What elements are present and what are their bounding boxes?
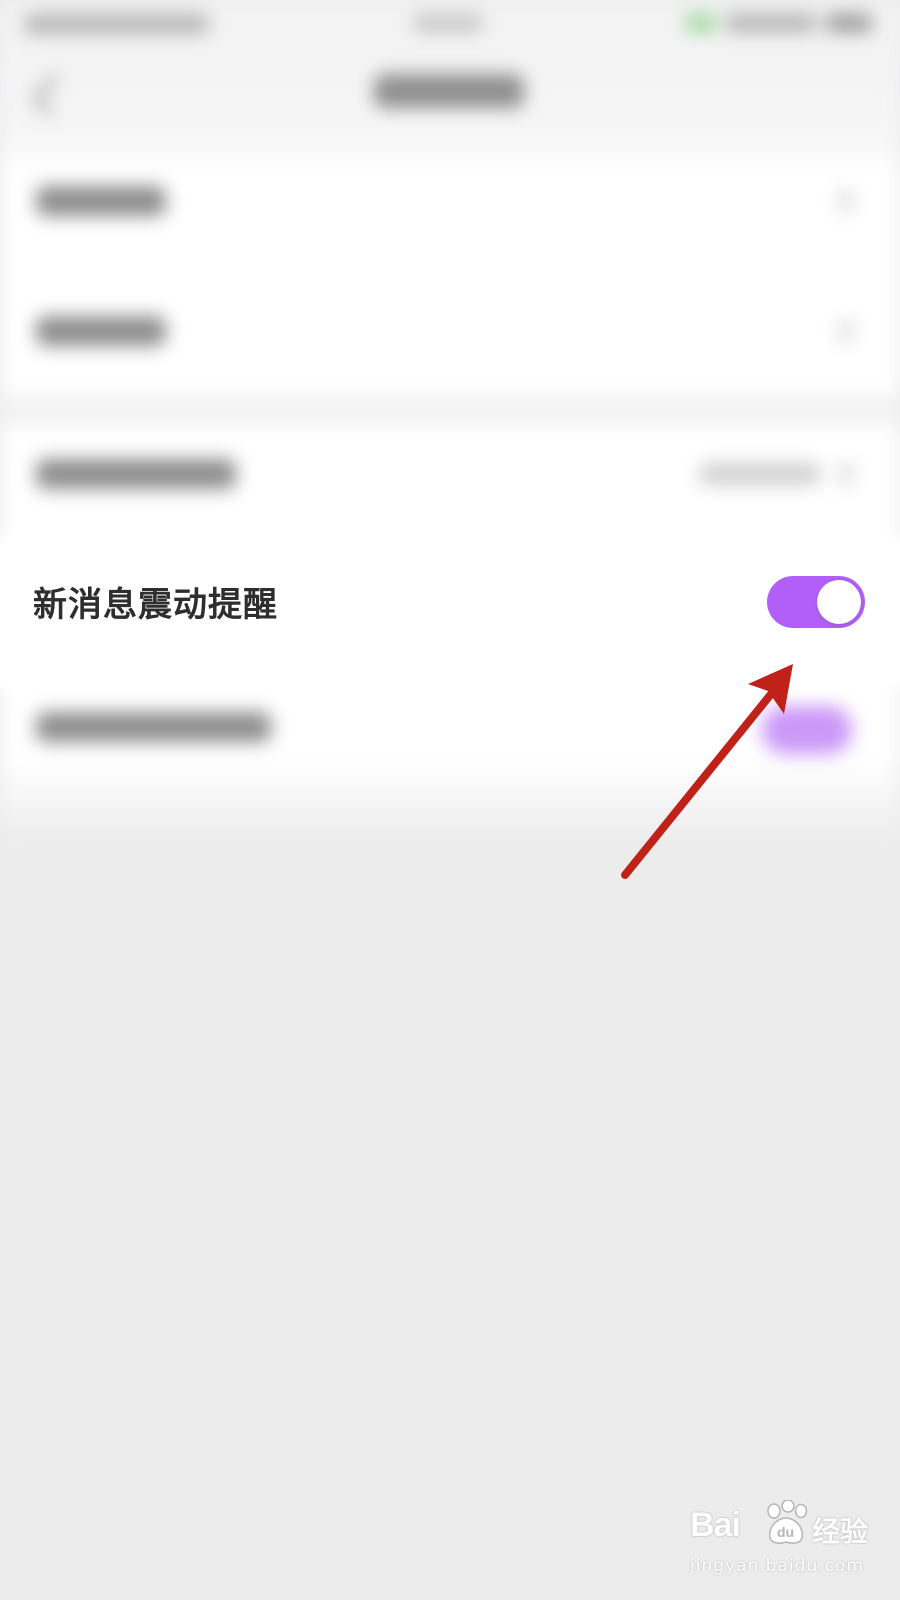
row-label-obscured xyxy=(36,459,236,489)
vibration-toggle-switch[interactable] xyxy=(767,576,865,628)
toggle-switch-obscured[interactable] xyxy=(762,706,852,754)
row-label-obscured xyxy=(36,316,166,346)
vibration-setting-label: 新消息震动提醒 xyxy=(33,585,278,625)
svg-text:du: du xyxy=(777,1524,794,1540)
watermark-suffix: 经验 xyxy=(812,1515,869,1548)
status-bar-left xyxy=(24,14,209,34)
screen: 新消息震动提醒 Bai du 经验 jingyan.baidu.com xyxy=(0,0,900,1600)
settings-row-obscured[interactable] xyxy=(0,140,900,260)
chevron-right-icon xyxy=(840,463,852,485)
back-icon[interactable] xyxy=(31,73,75,117)
status-bar-center xyxy=(413,14,483,32)
row-label-obscured xyxy=(36,712,271,742)
settings-row-obscured[interactable] xyxy=(0,270,900,390)
paw-icon: du xyxy=(767,1500,808,1544)
settings-row-vibration[interactable]: 新消息震动提醒 xyxy=(0,527,900,699)
chevron-right-icon xyxy=(840,320,852,342)
status-bar-right xyxy=(676,12,876,34)
watermark-domain: jingyan.baidu.com xyxy=(690,1556,864,1576)
chevron-right-icon xyxy=(840,190,852,212)
watermark-logo: Bai xyxy=(690,1506,741,1544)
row-label-obscured xyxy=(36,186,166,216)
nav-bar xyxy=(0,48,900,138)
row-value-obscured xyxy=(700,463,820,485)
page-title-obscured xyxy=(374,74,524,108)
status-bar xyxy=(0,0,900,48)
blurred-content xyxy=(0,0,900,840)
watermark: Bai du 经验 jingyan.baidu.com xyxy=(690,1500,870,1580)
section-gap xyxy=(0,395,900,425)
settings-row-obscured[interactable] xyxy=(0,425,900,535)
toggle-knob xyxy=(817,580,861,624)
